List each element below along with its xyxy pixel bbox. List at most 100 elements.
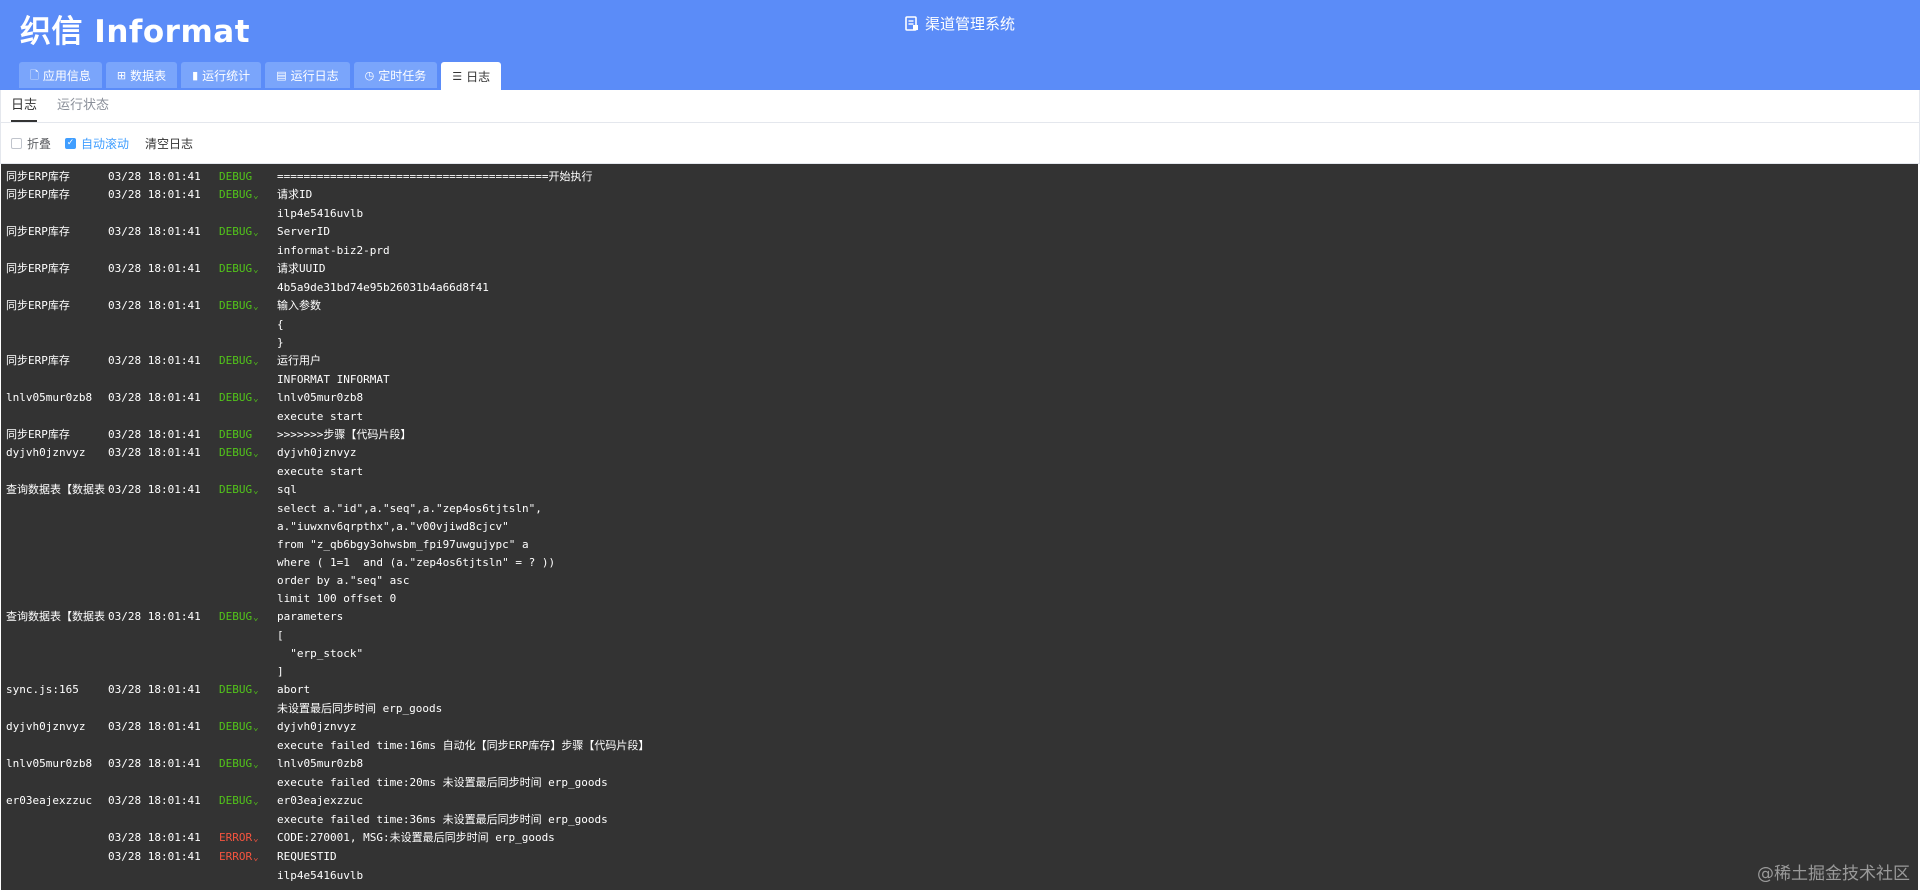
- log-level: [219, 463, 277, 481]
- tab-log[interactable]: ☰ 日志: [441, 62, 502, 90]
- log-time: [108, 500, 219, 518]
- log-message: ilp4e5416uvlb: [277, 869, 364, 882]
- chevron-down-icon[interactable]: ⌄: [253, 191, 258, 201]
- log-level: [219, 371, 277, 389]
- log-message: execute start: [277, 410, 364, 423]
- log-level: [219, 500, 277, 518]
- chevron-down-icon[interactable]: ⌄: [253, 686, 258, 696]
- log-time: [108, 627, 219, 645]
- log-row: 查询数据表【数据表 03/28 18:01:41 DEBUG⌄ sql: [1, 481, 1918, 500]
- log-level[interactable]: ERROR⌄: [219, 848, 277, 867]
- chevron-down-icon[interactable]: ⌄: [253, 723, 258, 733]
- log-level[interactable]: DEBUG⌄: [219, 352, 277, 371]
- log-row: 同步ERP库存 03/28 18:01:41 DEBUG⌄ 请求ID: [1, 186, 1918, 205]
- log-level[interactable]: DEBUG⌄: [219, 608, 277, 627]
- log-level[interactable]: DEBUG⌄: [219, 186, 277, 205]
- app-title: 渠道管理系统: [924, 15, 1015, 33]
- chevron-down-icon[interactable]: ⌄: [253, 853, 258, 863]
- tab-app-info[interactable]: 🗋 应用信息: [19, 62, 102, 88]
- log-time: 03/28 18:01:41: [108, 610, 201, 623]
- chevron-down-icon[interactable]: ⌄: [253, 613, 258, 623]
- log-message: er03eajexzzuc: [277, 794, 364, 807]
- log-level[interactable]: DEBUG⌄: [219, 755, 277, 774]
- log-row: limit 100 offset 0: [1, 590, 1918, 608]
- log-level[interactable]: ERROR⌄: [219, 829, 277, 848]
- log-row: ]: [1, 663, 1918, 681]
- log-level[interactable]: DEBUG⌄: [219, 223, 277, 242]
- chevron-down-icon[interactable]: ⌄: [253, 228, 258, 238]
- log-level-text: DEBUG: [219, 262, 253, 275]
- main-tabs: 🗋 应用信息 ⊞ 数据表 ▮ 运行统计 ▤ 运行日志 ◷ 定时任务 ☰ 日志: [19, 62, 502, 90]
- log-message: 请求ID: [277, 188, 313, 201]
- log-row: 同步ERP库存 03/28 18:01:41 DEBUG⌄ ServerID: [1, 223, 1918, 242]
- log-row: lnlv05mur0zb8 03/28 18:01:41 DEBUG⌄ lnlv05m…: [1, 389, 1918, 408]
- chevron-down-icon[interactable]: ⌄: [253, 834, 258, 844]
- log-time: 03/28 18:01:41: [108, 391, 201, 404]
- tab-label: 运行统计: [202, 68, 251, 83]
- log-level[interactable]: DEBUG⌄: [219, 718, 277, 737]
- chevron-down-icon[interactable]: ⌄: [253, 797, 258, 807]
- chevron-down-icon[interactable]: ⌄: [253, 486, 258, 496]
- log-row: execute failed time:36ms 未设置最后同步时间 erp_g…: [1, 811, 1918, 829]
- table-icon: ⊞: [116, 68, 127, 82]
- log-source: 同步ERP库存: [6, 225, 70, 238]
- autoscroll-checkbox[interactable]: ✓ 自动滚动: [65, 135, 129, 152]
- log-level[interactable]: DEBUG⌄: [219, 792, 277, 811]
- log-console[interactable]: 同步ERP库存 03/28 18:01:41 DEBUG ==============…: [1, 164, 1918, 890]
- tab-run-stats[interactable]: ▮ 运行统计: [181, 62, 262, 88]
- clear-log-button[interactable]: 清空日志: [145, 135, 193, 152]
- log-row: 同步ERP库存 03/28 18:01:41 DEBUG⌄ 输入参数: [1, 297, 1918, 316]
- fold-checkbox[interactable]: 折叠: [11, 135, 51, 152]
- log-level[interactable]: DEBUG⌄: [219, 681, 277, 700]
- log-row: sync.js:165 03/28 18:01:41 DEBUG⌄ abort: [1, 681, 1918, 700]
- log-time: [108, 536, 219, 554]
- log-level-text: DEBUG: [219, 794, 253, 807]
- tab-scheduled-task[interactable]: ◷ 定时任务: [353, 62, 438, 88]
- log-time: 03/28 18:01:41: [108, 446, 201, 459]
- log-time: [108, 811, 219, 829]
- log-level: [219, 867, 277, 885]
- log-level-text: DEBUG: [219, 683, 253, 696]
- log-row: {: [1, 316, 1918, 334]
- log-level[interactable]: DEBUG⌄: [219, 481, 277, 500]
- tab-data-table[interactable]: ⊞ 数据表: [105, 62, 178, 88]
- log-level[interactable]: DEBUG⌄: [219, 389, 277, 408]
- chevron-down-icon[interactable]: ⌄: [253, 357, 258, 367]
- log-message: execute failed time:20ms 未设置最后同步时间 erp_g…: [277, 776, 608, 789]
- subtab-run-status[interactable]: 运行状态: [57, 90, 109, 122]
- log-source: 查询数据表【数据表: [6, 483, 105, 496]
- chevron-down-icon[interactable]: ⌄: [253, 394, 258, 404]
- log-time: 03/28 18:01:41: [108, 428, 201, 441]
- log-level: [219, 554, 277, 572]
- log-level: [219, 737, 277, 755]
- chevron-down-icon[interactable]: ⌄: [253, 760, 258, 770]
- tab-label: 数据表: [130, 68, 167, 83]
- chevron-down-icon[interactable]: ⌄: [253, 449, 258, 459]
- log-source: [1, 408, 108, 426]
- tab-run-log[interactable]: ▤ 运行日志: [265, 62, 350, 88]
- log-level: [219, 242, 277, 260]
- log-row: INFORMAT INFORMAT: [1, 371, 1918, 389]
- chevron-down-icon[interactable]: ⌄: [253, 265, 258, 275]
- log-message: 请求UUID: [277, 262, 326, 275]
- log-source: [1, 500, 108, 518]
- log-row: execute start: [1, 463, 1918, 481]
- log-time: 03/28 18:01:41: [108, 850, 201, 863]
- log-row: execute failed time:20ms 未设置最后同步时间 erp_g…: [1, 774, 1918, 792]
- log-time: 03/28 18:01:41: [108, 720, 201, 733]
- log-source: [1, 279, 108, 297]
- subtab-log[interactable]: 日志: [11, 90, 38, 122]
- log-source: 同步ERP库存: [6, 428, 70, 441]
- log-row: 03/28 18:01:41 ERROR⌄ CODE:270001, MSG:未设置…: [1, 829, 1918, 848]
- log-level[interactable]: DEBUG⌄: [219, 260, 277, 279]
- log-source: [1, 316, 108, 334]
- log-source: [1, 554, 108, 572]
- log-row: 同步ERP库存 03/28 18:01:41 DEBUG⌄ 请求UUID: [1, 260, 1918, 279]
- log-level[interactable]: DEBUG⌄: [219, 297, 277, 316]
- log-message: 4b5a9de31bd74e95b26031b4a66d8f41: [277, 281, 489, 294]
- chevron-down-icon[interactable]: ⌄: [253, 302, 258, 312]
- log-source: [1, 536, 108, 554]
- log-level[interactable]: DEBUG⌄: [219, 444, 277, 463]
- log-time: [108, 572, 219, 590]
- document-icon: 🗋: [30, 68, 39, 82]
